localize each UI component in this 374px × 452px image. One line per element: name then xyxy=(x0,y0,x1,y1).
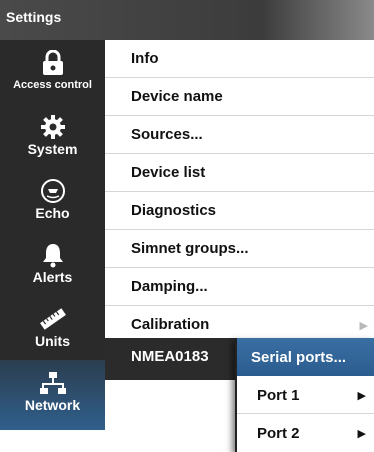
sonar-icon xyxy=(39,178,67,204)
menu-item-info[interactable]: Info xyxy=(105,40,374,78)
sidebar-item-label: Units xyxy=(35,333,70,349)
menu-item-simnet-groups[interactable]: Simnet groups... xyxy=(105,230,374,268)
sidebar-item-alerts[interactable]: Alerts xyxy=(0,232,105,296)
sidebar-item-echo[interactable]: Echo xyxy=(0,168,105,232)
lock-icon xyxy=(39,50,67,76)
menu-item-sources[interactable]: Sources... xyxy=(105,116,374,154)
ruler-icon xyxy=(39,306,67,332)
chevron-right-icon: ▶ xyxy=(359,320,368,332)
gear-icon xyxy=(39,114,67,140)
bell-icon xyxy=(39,242,67,268)
sidebar-item-network[interactable]: Network xyxy=(0,360,105,430)
menu-item-device-name[interactable]: Device name xyxy=(105,78,374,116)
submenu-item-label: Serial ports... xyxy=(251,349,347,366)
menu-item-label: Device name xyxy=(131,88,223,105)
sidebar-item-label: Access control xyxy=(13,79,92,91)
chevron-right-icon: ▶ xyxy=(357,390,366,402)
sidebar-item-label: Alerts xyxy=(32,269,73,285)
menu-item-label: Calibration xyxy=(131,316,210,333)
network-icon xyxy=(39,370,67,396)
menu-item-device-list[interactable]: Device list xyxy=(105,154,374,192)
menu-item-label: Sources... xyxy=(131,126,203,143)
submenu-item-label: Port 1 xyxy=(257,387,300,404)
submenu-item-label: Port 2 xyxy=(257,425,300,442)
menu-item-diagnostics[interactable]: Diagnostics xyxy=(105,192,374,230)
menu-item-damping[interactable]: Damping... xyxy=(105,268,374,306)
sidebar-item-system[interactable]: System xyxy=(0,104,105,168)
window-title: Settings xyxy=(6,9,62,25)
sidebar-item-units[interactable]: Units xyxy=(0,296,105,360)
menu-item-label: Device list xyxy=(131,164,206,181)
window-title-bar: Settings xyxy=(0,0,374,40)
chevron-right-icon: ▶ xyxy=(357,428,366,440)
menu-item-label: Diagnostics xyxy=(131,202,217,219)
menu-item-label: Info xyxy=(131,50,159,67)
submenu-item-serial-ports[interactable]: Serial ports... xyxy=(237,338,374,376)
submenu-item-port-2[interactable]: Port 2 ▶ xyxy=(237,414,374,452)
sidebar-item-label: Echo xyxy=(35,205,70,221)
sidebar-item-label: System xyxy=(27,141,78,157)
nmea0183-submenu: Serial ports... Port 1 ▶ Port 2 ▶ xyxy=(235,338,374,452)
sidebar: Access control System Echo Alerts Units … xyxy=(0,40,105,430)
menu-item-label: Damping... xyxy=(131,278,208,295)
sidebar-item-label: Network xyxy=(24,397,81,413)
sidebar-item-access-control[interactable]: Access control xyxy=(0,40,105,104)
menu-item-label: Simnet groups... xyxy=(131,240,249,257)
submenu-item-port-1[interactable]: Port 1 ▶ xyxy=(237,376,374,414)
menu-item-label: NMEA0183 xyxy=(131,348,209,365)
